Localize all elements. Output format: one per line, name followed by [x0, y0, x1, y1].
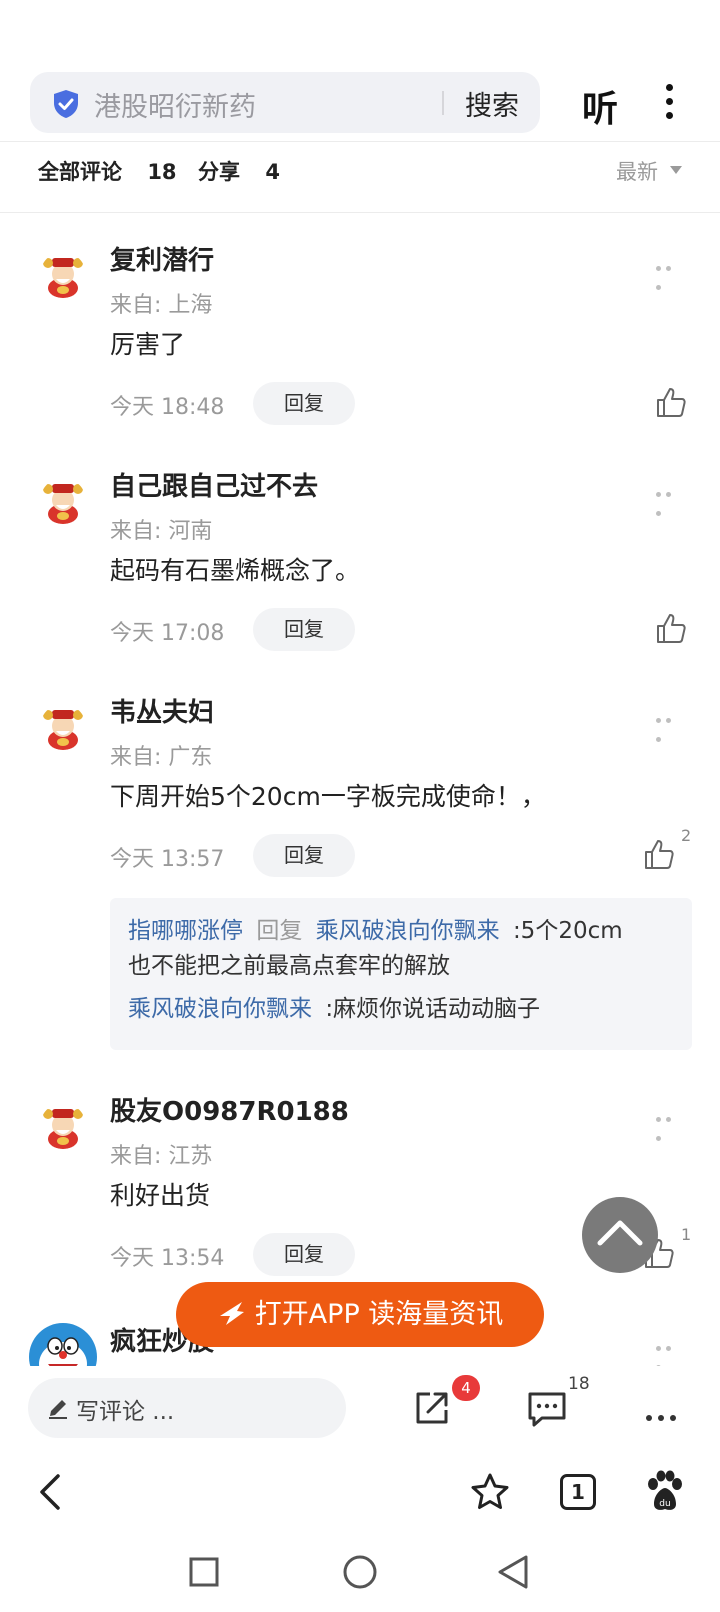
- comment-count: 18: [568, 1374, 590, 1394]
- sub-reply-target[interactable]: 乘风破浪向你飘来: [316, 918, 500, 944]
- tab-share[interactable]: 分享 4: [198, 156, 280, 186]
- thumbs-up-icon[interactable]: [656, 386, 686, 418]
- comment-text: 利好出货: [110, 1181, 211, 1210]
- star-icon[interactable]: [470, 1472, 510, 1512]
- shield-icon: [54, 90, 78, 118]
- search-query[interactable]: 港股昭衍新药: [94, 85, 256, 124]
- divider: [0, 212, 720, 213]
- sub-reply: 乘风破浪向你飘来 :麻烦你说话动动脑子: [128, 992, 676, 1027]
- comment-location: 来自: 河南: [110, 519, 213, 544]
- comment-author[interactable]: 复利潜行: [110, 240, 214, 277]
- comment-tabs: 全部评论 18 分享 4 最新: [0, 142, 720, 212]
- sub-reply-text: :麻烦你说话动动脑子: [325, 996, 541, 1022]
- chevron-up-icon: [597, 1220, 643, 1246]
- write-comment-placeholder: 写评论 ...: [76, 1399, 175, 1425]
- browser-nav-bar: 1 du: [0, 1446, 720, 1536]
- sub-replies: 指哪哪涨停 回复 乘风破浪向你飘来 :5个20cm 也不能把之前最高点套牢的解放…: [110, 898, 692, 1050]
- sub-reply-user[interactable]: 乘风破浪向你飘来: [128, 996, 312, 1022]
- recents-square-icon[interactable]: [188, 1556, 220, 1588]
- comment-text: 下周开始5个20cm一字板完成使命！，: [110, 782, 546, 811]
- comment-author[interactable]: 韦丛夫妇: [110, 692, 214, 729]
- comment-time: 今天 13:57: [110, 847, 225, 872]
- comment-location: 来自: 广东: [110, 745, 213, 770]
- share-badge: 4: [452, 1375, 480, 1401]
- comment-bar: 写评论 ... 4 18: [0, 1366, 720, 1446]
- paw-logo-icon[interactable]: du: [644, 1470, 684, 1514]
- more-menu-icon[interactable]: [664, 84, 674, 122]
- like-count: 1: [681, 1225, 692, 1244]
- tab-all-comments-label: 全部评论: [38, 160, 122, 184]
- thumbs-up-icon[interactable]: [644, 838, 674, 870]
- back-triangle-icon[interactable]: [496, 1554, 530, 1590]
- comment-author[interactable]: 股友O0987R0188: [110, 1091, 349, 1128]
- thumbs-up-icon[interactable]: [656, 612, 686, 644]
- comment-text: 起码有石墨烯概念了。: [110, 556, 361, 585]
- comment-location: 来自: 江苏: [110, 1144, 213, 1169]
- app-logo-icon: [219, 1301, 244, 1325]
- sort-label: 最新: [616, 160, 658, 184]
- pen-icon: [49, 1400, 67, 1419]
- comment-more-icon[interactable]: [656, 482, 684, 516]
- comment-icon[interactable]: [526, 1388, 568, 1428]
- top-bar: 港股昭衍新药 搜索 听: [0, 0, 720, 142]
- reply-button[interactable]: 回复: [253, 1233, 355, 1276]
- share-icon[interactable]: [412, 1388, 452, 1428]
- search-button[interactable]: 搜索: [465, 84, 519, 123]
- listen-button[interactable]: 听: [582, 80, 618, 132]
- search-box[interactable]: 港股昭衍新药 搜索: [30, 72, 540, 133]
- sort-dropdown[interactable]: 最新: [616, 156, 682, 186]
- tab-share-label: 分享: [198, 160, 240, 184]
- sub-reply-word: 回复: [256, 918, 303, 944]
- tab-all-comments[interactable]: 全部评论 18: [38, 156, 177, 186]
- comment-more-icon[interactable]: [656, 1336, 684, 1370]
- sub-reply-text-cont: 也不能把之前最高点套牢的解放: [128, 953, 450, 979]
- comment-time: 今天 17:08: [110, 621, 225, 646]
- svg-text:du: du: [659, 1499, 670, 1509]
- comment-more-icon[interactable]: [656, 256, 684, 290]
- open-app-label: 打开APP 读海量资讯: [254, 1299, 504, 1330]
- tabs-button[interactable]: 1: [560, 1474, 596, 1510]
- comment-more-icon[interactable]: [656, 1107, 684, 1141]
- sub-reply-user[interactable]: 指哪哪涨停: [128, 918, 243, 944]
- system-nav-bar: [0, 1536, 720, 1612]
- avatar[interactable]: [40, 1103, 86, 1149]
- like-count: 2: [681, 826, 692, 845]
- comment-author[interactable]: 自己跟自己过不去: [110, 466, 318, 503]
- comment-more-icon[interactable]: [656, 708, 684, 742]
- home-circle-icon[interactable]: [342, 1554, 378, 1590]
- reply-button[interactable]: 回复: [253, 834, 355, 877]
- tab-share-count: 4: [265, 160, 280, 184]
- avatar[interactable]: [40, 252, 86, 298]
- comment-time: 今天 13:54: [110, 1246, 225, 1271]
- avatar[interactable]: [40, 478, 86, 524]
- tabs-count: 1: [571, 1480, 585, 1504]
- open-app-button[interactable]: 打开APP 读海量资讯: [176, 1282, 544, 1347]
- search-divider: [442, 91, 444, 115]
- reply-button[interactable]: 回复: [253, 608, 355, 651]
- comment-time: 今天 18:48: [110, 395, 225, 420]
- scroll-to-top-button[interactable]: [582, 1197, 658, 1273]
- reply-button[interactable]: 回复: [253, 382, 355, 425]
- write-comment-input[interactable]: 写评论 ...: [28, 1378, 346, 1438]
- avatar[interactable]: [40, 704, 86, 750]
- more-options-icon[interactable]: [646, 1406, 686, 1421]
- comment-text: 厉害了: [110, 330, 186, 359]
- caret-down-icon: [670, 166, 682, 174]
- tab-all-comments-count: 18: [147, 160, 177, 184]
- back-arrow-icon[interactable]: [36, 1472, 66, 1512]
- sub-reply: 指哪哪涨停 回复 乘风破浪向你飘来 :5个20cm 也不能把之前最高点套牢的解放: [128, 914, 676, 984]
- comment-location: 来自: 上海: [110, 293, 213, 318]
- sub-reply-text: :5个20cm: [512, 918, 623, 944]
